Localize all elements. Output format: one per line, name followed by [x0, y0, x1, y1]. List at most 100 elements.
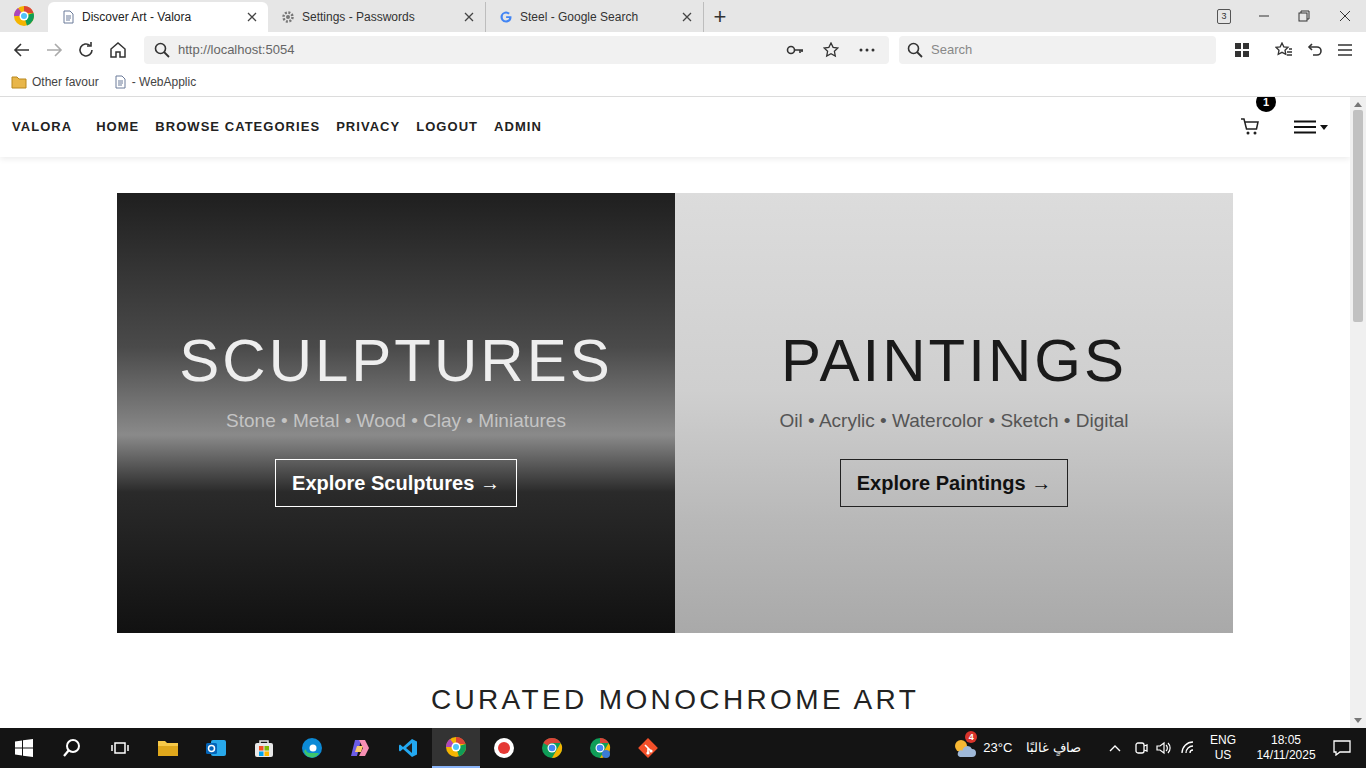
forward-icon [38, 41, 70, 59]
category-panel: PAINTINGS Oil • Acrylic • Watercolor • Sk… [675, 193, 1233, 633]
undo-icon[interactable] [1300, 42, 1330, 58]
scrollbar[interactable] [1350, 97, 1366, 728]
google-icon [499, 10, 513, 24]
document-icon [61, 10, 75, 24]
browser-tab[interactable]: Steel - Google Search [486, 2, 704, 32]
cart-icon[interactable] [1240, 117, 1260, 137]
clock[interactable]: 18:0514/11/2025 [1254, 733, 1318, 763]
key-icon[interactable] [781, 44, 809, 56]
notification-icon[interactable] [1332, 740, 1352, 756]
weather-badge: 4 [969, 733, 974, 742]
back-icon[interactable] [6, 41, 38, 59]
more-icon[interactable] [853, 48, 881, 52]
bookmarks-bar: Other favour - WebApplic [0, 68, 1366, 97]
close-icon[interactable] [246, 11, 258, 23]
section-title: CURATED MONOCHROME ART [431, 683, 919, 717]
close-icon[interactable] [463, 11, 475, 23]
record-icon[interactable] [480, 728, 528, 768]
home-icon[interactable] [102, 41, 134, 59]
search-icon [154, 42, 170, 58]
task-view-icon[interactable] [96, 728, 144, 768]
temperature[interactable]: 23°C [983, 738, 1012, 758]
region[interactable]: US [1215, 748, 1232, 763]
tab-label[interactable]: Settings - Passwords [302, 8, 456, 26]
close-icon[interactable] [681, 11, 693, 23]
tab-count[interactable]: 3 [1221, 12, 1226, 21]
chevron-up-icon[interactable] [1105, 744, 1125, 752]
restore-icon[interactable] [1284, 10, 1324, 22]
document-icon [113, 75, 127, 89]
language-indicator[interactable]: ENGUS [1210, 733, 1236, 763]
weather-text[interactable]: صافٍ غالبًا [1026, 738, 1081, 758]
taskbar: 423°Cصافٍ غالبًاENGUS18:0514/11/2025 [0, 728, 1366, 768]
edge-icon[interactable] [288, 728, 336, 768]
new-tab-button[interactable]: + [704, 2, 736, 32]
reload-icon[interactable] [70, 41, 102, 59]
clock-date[interactable]: 14/11/2025 [1256, 748, 1315, 763]
favorites-icon[interactable] [1268, 42, 1300, 58]
browser-tab[interactable]: Settings - Passwords [268, 2, 486, 32]
brand-logo[interactable]: VALORA [12, 117, 72, 137]
language[interactable]: ENG [1210, 733, 1236, 748]
hamburger-menu[interactable] [1294, 120, 1328, 134]
copilot-icon[interactable] [336, 728, 384, 768]
file-explorer-icon[interactable] [144, 728, 192, 768]
apps-icon[interactable] [1226, 42, 1258, 58]
chrome-profile-icon[interactable] [576, 728, 624, 768]
search-icon [907, 42, 923, 58]
volume-icon[interactable] [1152, 741, 1176, 755]
folder-icon [11, 75, 27, 89]
tab-label[interactable]: Discover Art - Valora [82, 8, 239, 26]
weather-widget[interactable]: 4 [952, 737, 978, 759]
start-icon[interactable] [0, 728, 48, 768]
nav-link[interactable]: LOGOUT [416, 117, 478, 137]
browser-tab[interactable]: Discover Art - Valora [48, 2, 268, 32]
category-title: SCULPTURES [179, 329, 612, 393]
cart-count-badge: 1 [1263, 97, 1269, 108]
search-field[interactable] [899, 36, 1216, 64]
wifi-icon[interactable] [1176, 741, 1202, 755]
page: VALORA HOME BROWSE CATEGORIES PRIVACY LOGOUT… [0, 97, 1350, 728]
explore-button[interactable]: Explore Paintings → [840, 459, 1068, 507]
store-icon[interactable] [240, 728, 288, 768]
menu-icon[interactable] [1330, 43, 1360, 57]
toolbar: http://localhost:5054 [0, 32, 1366, 68]
tab-bar: Discover Art - Valora Settings - Password… [0, 0, 1366, 32]
browser-logo-icon[interactable] [13, 5, 35, 27]
address-url[interactable]: http://localhost:5054 [178, 40, 773, 60]
clock-time[interactable]: 18:05 [1271, 733, 1301, 748]
search-icon[interactable] [48, 728, 96, 768]
nav-link[interactable]: BROWSE CATEGORIES [155, 117, 320, 137]
caret-down-icon[interactable] [1320, 125, 1328, 130]
browser-icon[interactable] [432, 728, 480, 768]
minimize-icon[interactable] [1244, 10, 1284, 22]
site-nav: VALORA HOME BROWSE CATEGORIES PRIVACY LOGOUT… [0, 97, 1350, 157]
nav-link[interactable]: PRIVACY [336, 117, 400, 137]
category-subtitle: Oil • Acrylic • Watercolor • Sketch • Di… [780, 407, 1129, 435]
gear-icon [281, 10, 295, 24]
close-window-icon[interactable] [1324, 10, 1366, 22]
meet-icon[interactable] [1130, 741, 1152, 755]
bookmark[interactable]: - WebApplic [113, 73, 196, 91]
address-bar[interactable]: http://localhost:5054 [144, 36, 889, 64]
scrollbar-thumb[interactable] [1353, 110, 1363, 322]
bookmark[interactable]: Other favour [11, 73, 99, 91]
hamburger-icon[interactable] [1294, 120, 1316, 134]
vscode-icon[interactable] [384, 728, 432, 768]
explore-button[interactable]: Explore Sculptures → [275, 459, 517, 507]
nav-link[interactable]: ADMIN [494, 117, 542, 137]
search-input[interactable] [931, 40, 1216, 60]
outlook-icon[interactable] [192, 728, 240, 768]
hero: SCULPTURES Stone • Metal • Wood • Clay • … [117, 193, 1233, 633]
tab-label[interactable]: Steel - Google Search [520, 8, 674, 26]
star-icon[interactable] [817, 42, 845, 58]
nav-link[interactable]: HOME [96, 117, 139, 137]
category-subtitle: Stone • Metal • Wood • Clay • Miniatures [226, 407, 566, 435]
cart-button[interactable]: 1 [1240, 117, 1260, 137]
chrome-icon[interactable] [528, 728, 576, 768]
git-icon[interactable] [624, 728, 672, 768]
bookmark-label[interactable]: Other favour [32, 73, 99, 91]
category-title: PAINTINGS [781, 329, 1127, 393]
page-viewport: VALORA HOME BROWSE CATEGORIES PRIVACY LOGOUT… [0, 97, 1366, 728]
bookmark-label[interactable]: - WebApplic [132, 73, 196, 91]
